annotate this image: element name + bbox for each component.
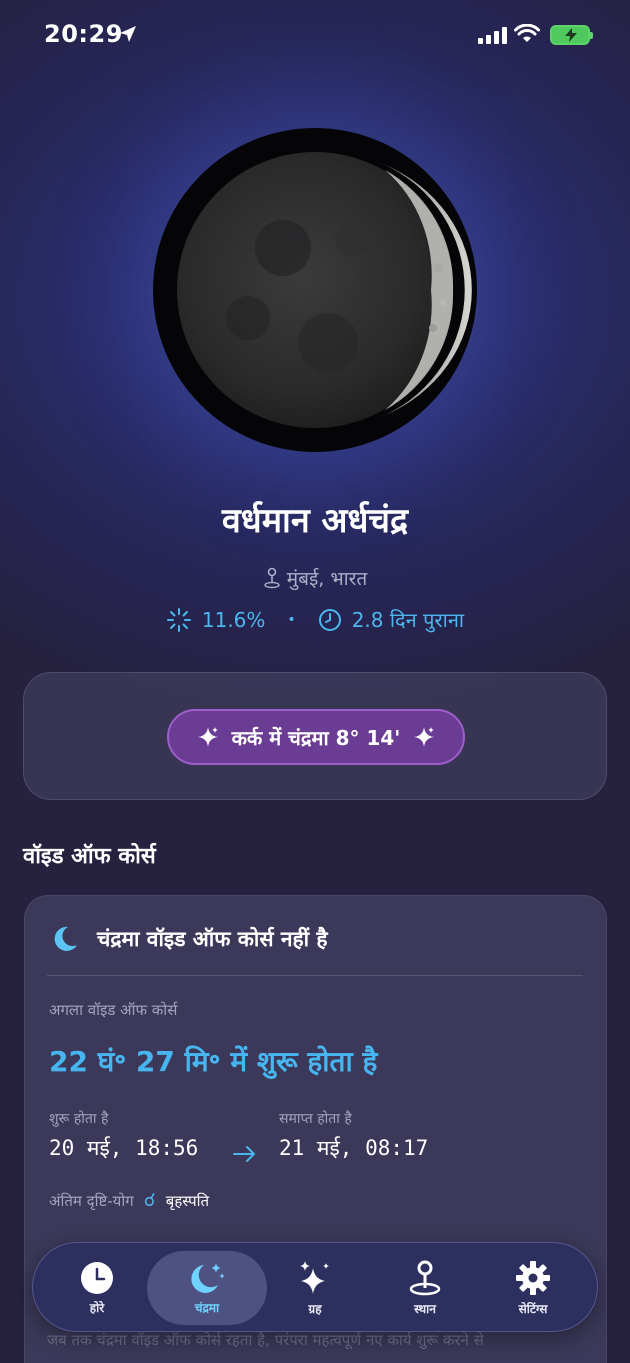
tab-planets[interactable]: ग्रह [259,1251,371,1325]
moon-phase-image [153,128,477,452]
illumination-value: 11.6% [201,607,266,632]
last-aspect-label: अंतिम दृष्टि-योग [49,1191,134,1210]
status-bar: 20:29 [0,0,630,70]
last-aspect-planet: बृहस्पति [165,1191,210,1210]
map-pin-icon [264,567,280,589]
bottom-tab-bar: होरे चंद्रमा ग्रह स्थान सेटिंग्स [32,1242,598,1332]
tab-settings[interactable]: सेटिंग्स [477,1251,589,1325]
tab-label: चंद्रमा [194,1300,220,1315]
voc-status-row: चंद्रमा वॉइड ऑफ कोर्स नहीं है [49,924,328,954]
tab-label: स्थान [414,1301,436,1316]
crescent-moon-icon [54,926,77,951]
voc-status-text: चंद्रमा वॉइड ऑफ कोर्स नहीं है [97,927,328,951]
tab-moon[interactable]: चंद्रमा [147,1251,267,1325]
sparkle-icon [197,727,218,747]
arrow-right-icon [233,1146,255,1162]
clock-icon [81,1261,113,1294]
tab-label: होरे [89,1300,105,1315]
voc-end-label: समाप्त होता है [279,1111,352,1127]
tab-location[interactable]: स्थान [369,1251,481,1325]
battery-icon [550,25,593,45]
voc-description: जब तक चंद्रमा वॉइड ऑफ कोर्स रहता है, परं… [47,1331,484,1349]
moon-sign-label: कर्क में चंद्रमा 8° 14' [231,725,401,750]
wifi-icon [514,24,540,42]
location-row: मुंबई, भारत [0,565,630,591]
moon-phase-title: वर्धमान अर्धचंद्र [221,501,409,541]
voc-start-value: 20 मई, 18:56 [49,1136,199,1160]
moon-stats-row: 11.6% • 2.8 दिन पुराना [0,606,630,633]
map-pin-icon [409,1260,441,1295]
status-time: 20:29 [44,20,123,48]
gear-icon [516,1260,550,1295]
separator-dot: • [287,611,296,628]
voc-countdown: 22 घं॰ 27 मि॰ में शुरू होता है [49,1045,378,1078]
location-arrow-icon [120,26,136,42]
clock-icon [318,608,341,631]
tab-label: ग्रह [308,1301,322,1316]
voc-end-value: 21 मई, 08:17 [279,1136,429,1160]
tab-label: सेटिंग्स [518,1301,548,1316]
sparkle-icon [414,727,435,747]
moon-sign-pill[interactable]: कर्क में चंद्रमा 8° 14' [167,709,465,765]
moon-stars-icon [191,1262,225,1293]
conjunction-glyph: ☌ [143,1190,156,1211]
last-aspect-row: अंतिम दृष्टि-योग ☌ बृहस्पति [49,1190,209,1211]
location-label: मुंबई, भारत [286,568,368,590]
tab-hours[interactable]: होरे [41,1251,153,1325]
moon-sign-card: कर्क में चंद्रमा 8° 14' [23,672,607,800]
cellular-signal-icon [478,26,507,44]
sparkles-icon [300,1260,329,1294]
void-of-course-heading: वॉइड ऑफ कोर्स [23,844,156,869]
illumination-icon [166,607,191,632]
voc-next-label: अगला वॉइड ऑफ कोर्स [49,1001,178,1019]
voc-start-label: शुरू होता है [49,1111,109,1127]
moon-age-value: 2.8 दिन पुराना [351,608,465,632]
divider [47,975,583,976]
